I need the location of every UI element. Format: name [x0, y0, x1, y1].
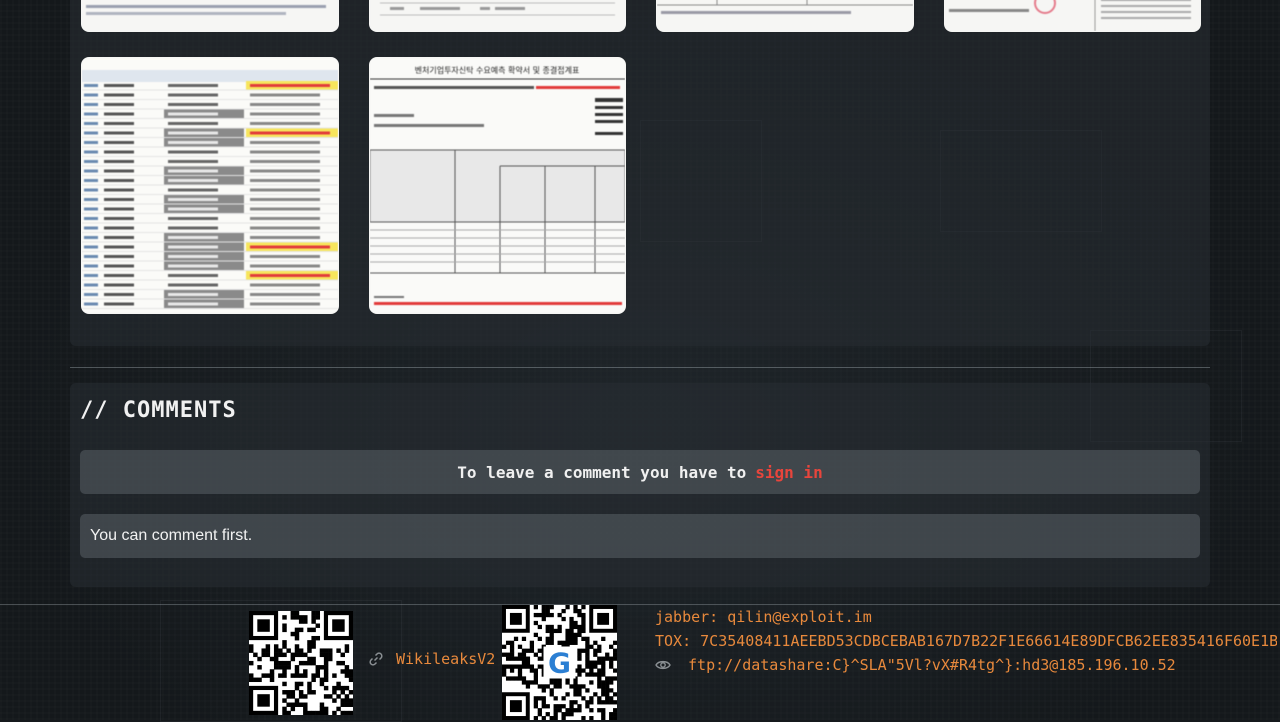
document-thumbnail[interactable]	[656, 0, 914, 32]
signin-prompt-text: To leave a comment you have to	[457, 462, 747, 482]
ftp-value[interactable]: ftp://datashare:C}^SLA"5Vl?vX#R4tg^}:hd3…	[688, 656, 1176, 674]
spreadsheet-thumbnail[interactable]	[81, 57, 339, 314]
document-thumbnail[interactable]	[944, 0, 1201, 32]
footer-divider	[0, 604, 1280, 605]
wikileaks-link[interactable]: WikileaksV2	[368, 650, 495, 668]
tox-label: TOX:	[655, 632, 692, 650]
jabber-contact: jabber: qilin@exploit.im	[655, 608, 872, 626]
section-divider	[70, 367, 1210, 368]
signin-link[interactable]: sign in	[755, 463, 822, 482]
empty-comments-message: You can comment first.	[80, 514, 1200, 558]
qr-code-with-logo-icon: G	[502, 605, 617, 720]
jabber-label: jabber:	[655, 608, 719, 626]
qr-code-icon	[249, 611, 353, 715]
tox-contact: TOX: 7C35408411AEEBD53CDBCEBAB167D7B22F1…	[655, 632, 1277, 650]
wikileaks-link-label: WikileaksV2	[396, 650, 496, 668]
ftp-contact: ftp://datashare:C}^SLA"5Vl?vX#R4tg^}:hd3…	[655, 656, 1176, 674]
svg-text:G: G	[548, 647, 571, 680]
tox-value[interactable]: 7C35408411AEEBD53CDBCEBAB167D7B22F1E6661…	[700, 632, 1277, 650]
jabber-value[interactable]: qilin@exploit.im	[727, 608, 872, 626]
report-heading: 벤처기업투자신탁 수요예측 확약서 및 종결접계표	[415, 65, 580, 75]
eye-icon	[655, 657, 671, 673]
document-thumbnail[interactable]	[369, 0, 626, 32]
link-icon	[368, 651, 384, 667]
comments-title: // COMMENTS	[80, 398, 237, 423]
empty-comments-text: You can comment first.	[90, 527, 253, 544]
signin-prompt: To leave a comment you have to sign in	[80, 450, 1200, 494]
document-thumbnail[interactable]	[81, 0, 339, 32]
korean-report-thumbnail[interactable]: 벤처기업투자신탁 수요예측 확약서 및 종결접계표	[369, 57, 626, 314]
